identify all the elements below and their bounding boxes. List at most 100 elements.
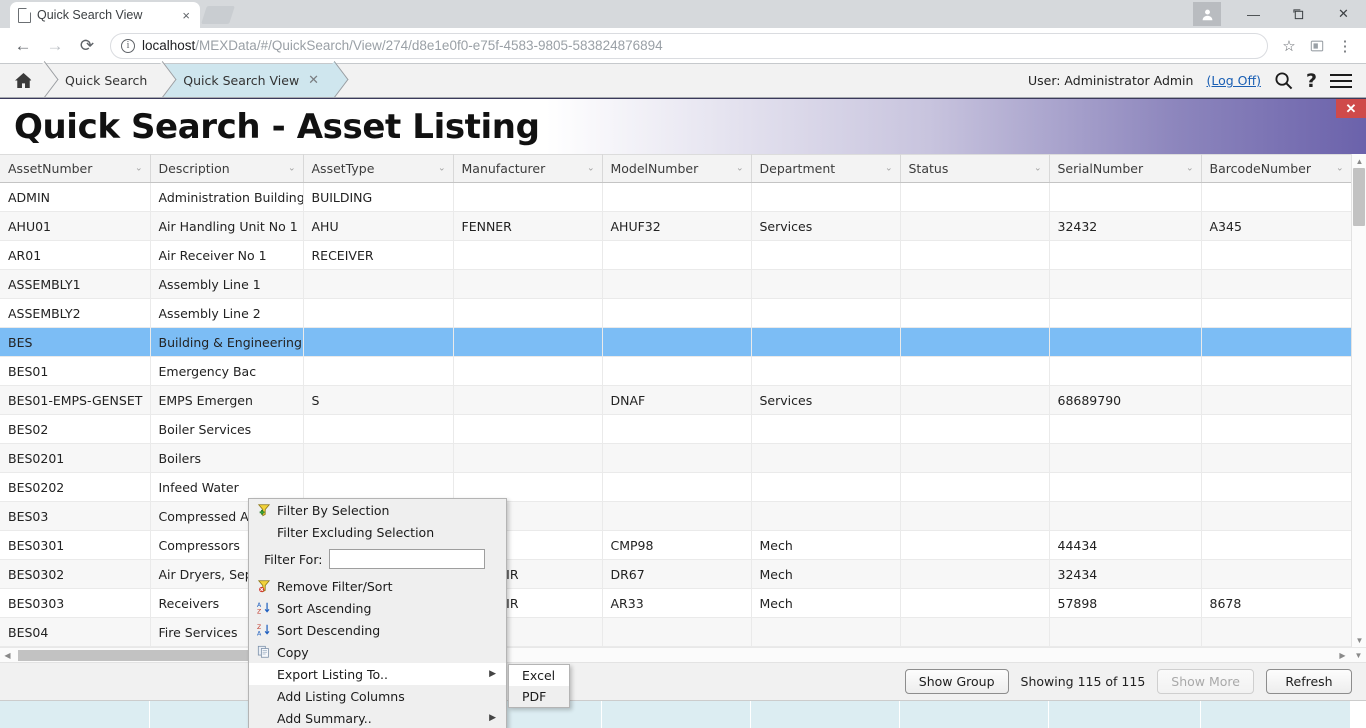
table-cell[interactable]: ADMIN [0, 182, 151, 212]
refresh-button[interactable]: Refresh [1266, 669, 1352, 694]
table-cell[interactable] [1201, 182, 1352, 212]
table-cell[interactable]: BES0202 [0, 472, 151, 502]
scroll-down-corner-icon[interactable]: ▼ [1351, 648, 1366, 663]
url-bar[interactable]: i localhost/MEXData/#/QuickSearch/View/2… [110, 32, 1268, 59]
menu-item-filter-excluding-selection[interactable]: Filter Excluding Selection [249, 521, 506, 543]
table-cell[interactable]: ASSEMBLY2 [0, 298, 151, 328]
table-cell[interactable]: BES0301 [0, 530, 151, 560]
table-cell[interactable] [751, 472, 901, 502]
show-more-button[interactable]: Show More [1157, 669, 1254, 694]
table-cell[interactable]: Mech [751, 588, 901, 618]
vertical-scrollbar[interactable]: ▲ ▼ [1351, 154, 1366, 647]
menu-item-remove-filter-sort[interactable]: Remove Filter/Sort [249, 575, 506, 597]
chevron-down-icon[interactable]: ⌄ [135, 163, 143, 173]
table-cell[interactable] [453, 414, 603, 444]
browser-tab[interactable]: Quick Search View × [10, 2, 200, 28]
table-cell[interactable] [1049, 501, 1202, 531]
table-cell[interactable]: AHU01 [0, 211, 151, 241]
table-cell[interactable] [1049, 617, 1202, 647]
table-cell[interactable] [900, 269, 1050, 299]
forward-icon[interactable]: → [40, 31, 70, 61]
chevron-down-icon[interactable]: ⌄ [736, 163, 744, 173]
chevron-down-icon[interactable]: ⌄ [1336, 163, 1344, 173]
chevron-down-icon[interactable]: ⌄ [288, 163, 296, 173]
table-cell[interactable]: BES0302 [0, 559, 151, 589]
table-cell[interactable] [1201, 530, 1352, 560]
close-icon[interactable]: ✕ [308, 73, 319, 88]
table-row[interactable]: BES02 Boiler Services [0, 414, 1352, 444]
table-cell[interactable] [900, 240, 1050, 270]
table-cell[interactable]: EMPS Emergen [150, 385, 304, 415]
menu-item-export-listing-to[interactable]: Export Listing To.. ▶ [249, 663, 506, 685]
close-icon[interactable]: × [180, 9, 192, 22]
table-cell[interactable] [1201, 617, 1352, 647]
table-cell[interactable]: DNAF [602, 385, 752, 415]
breadcrumb-home[interactable] [0, 64, 45, 97]
chevron-down-icon[interactable]: ⌄ [885, 163, 893, 173]
scroll-left-arrow-icon[interactable]: ◀ [0, 648, 15, 663]
secondary-grid-cell[interactable] [1049, 701, 1201, 728]
table-cell[interactable]: Services [751, 211, 901, 241]
table-cell[interactable]: 68689790 [1049, 385, 1202, 415]
table-cell[interactable]: BES01 [0, 356, 151, 386]
column-header-manufacturer[interactable]: Manufacturer ⌄ [453, 154, 603, 183]
horizontal-scrollbar[interactable]: ◀ ▶ ▼ [0, 647, 1366, 662]
column-header-modelnumber[interactable]: ModelNumber ⌄ [602, 154, 752, 183]
table-cell[interactable] [602, 501, 752, 531]
table-row[interactable]: BES0301 Compressors CMP98 Mech 44434 [0, 530, 1352, 560]
table-row[interactable]: BES0302Air Dryers, Separation...DRYERCOM… [0, 559, 1352, 589]
table-cell[interactable]: Emergency Bac [150, 356, 304, 386]
secondary-grid-cell[interactable] [900, 701, 1049, 728]
column-header-department[interactable]: Department ⌄ [751, 154, 901, 183]
table-cell[interactable]: FENNER [453, 211, 603, 241]
menu-item-filter-by-selection[interactable]: Filter By Selection [249, 499, 506, 521]
table-cell[interactable] [1201, 501, 1352, 531]
table-cell[interactable]: Air Receiver No 1 [150, 240, 304, 270]
site-info-icon[interactable]: i [121, 38, 135, 53]
table-cell[interactable]: Boilers [150, 443, 304, 473]
table-row[interactable]: ASSEMBLY1 Assembly Line 1 [0, 269, 1352, 299]
menu-item-export-pdf[interactable]: PDF [509, 686, 569, 707]
table-cell[interactable] [751, 414, 901, 444]
table-cell[interactable]: ASSEMBLY1 [0, 269, 151, 299]
table-row[interactable]: ADMIN Administration Building BUILDING [0, 182, 1352, 212]
window-close-button[interactable]: ✕ [1321, 0, 1366, 28]
table-cell[interactable] [900, 501, 1050, 531]
table-cell[interactable]: Mech [751, 530, 901, 560]
table-cell[interactable] [751, 617, 901, 647]
vertical-scroll-thumb[interactable] [1353, 168, 1365, 226]
table-cell[interactable] [1049, 298, 1202, 328]
table-cell[interactable]: Building & Engineering [150, 327, 304, 357]
table-cell[interactable] [751, 443, 901, 473]
export-submenu[interactable]: Excel PDF [508, 664, 570, 708]
table-cell[interactable]: CMP98 [602, 530, 752, 560]
back-icon[interactable]: ← [8, 31, 38, 61]
table-cell[interactable] [1049, 327, 1202, 357]
menu-item-sort-descending[interactable]: ZA Sort Descending [249, 619, 506, 641]
table-row[interactable]: BES0303ReceiversRECEIVERCOMPAIRAR33Mech5… [0, 588, 1352, 618]
table-cell[interactable] [1049, 414, 1202, 444]
table-cell[interactable]: Assembly Line 1 [150, 269, 304, 299]
table-cell[interactable]: RECEIVER [303, 240, 454, 270]
table-cell[interactable]: Mech [751, 559, 901, 589]
table-cell[interactable] [900, 356, 1050, 386]
column-header-barcodenumber[interactable]: BarcodeNumber ⌄ [1201, 154, 1352, 183]
table-row[interactable]: BES01-EMPS-GENSET EMPS Emergen S DNAF Servic… [0, 385, 1352, 415]
reload-icon[interactable]: ⟳ [72, 31, 102, 61]
column-header-assetnumber[interactable]: AssetNumber ⌄ [0, 154, 151, 183]
menu-item-add-listing-columns[interactable]: Add Listing Columns [249, 685, 506, 707]
minimize-button[interactable]: — [1231, 0, 1276, 28]
scroll-right-arrow-icon[interactable]: ▶ [1335, 648, 1350, 663]
table-cell[interactable]: Assembly Line 2 [150, 298, 304, 328]
chevron-down-icon[interactable]: ⌄ [438, 163, 446, 173]
table-cell[interactable] [1049, 240, 1202, 270]
menu-item-copy[interactable]: Copy [249, 641, 506, 663]
table-cell[interactable]: Services [751, 385, 901, 415]
table-cell[interactable] [602, 182, 752, 212]
table-cell[interactable] [900, 559, 1050, 589]
table-cell[interactable] [453, 443, 603, 473]
table-cell[interactable] [453, 182, 603, 212]
table-cell[interactable] [1049, 356, 1202, 386]
table-cell[interactable]: BES01-EMPS-GENSET [0, 385, 151, 415]
scroll-up-arrow-icon[interactable]: ▲ [1352, 154, 1366, 168]
